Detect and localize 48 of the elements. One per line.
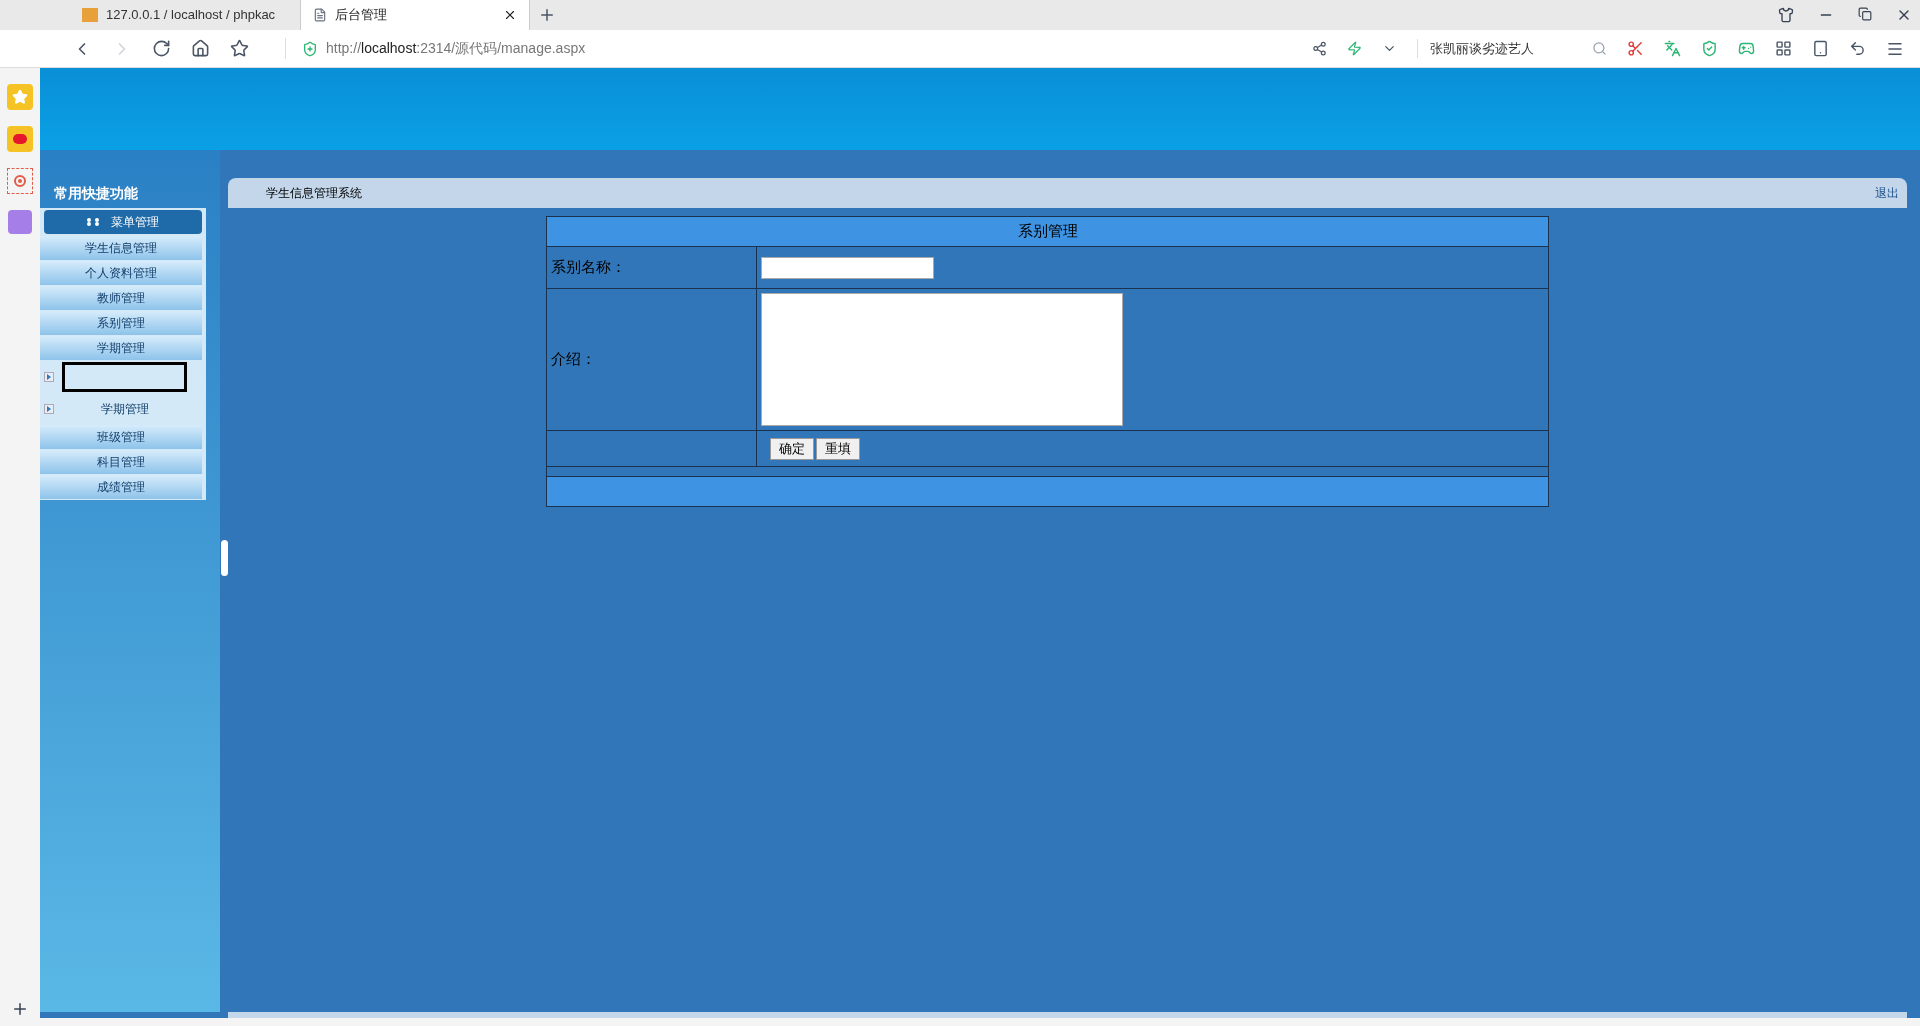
menu-item[interactable]: 系别管理 bbox=[40, 311, 202, 335]
apps-icon[interactable] bbox=[1775, 40, 1792, 57]
translate-icon[interactable] bbox=[1664, 40, 1681, 57]
submenu-item[interactable]: 学期管理 bbox=[62, 394, 187, 424]
menu-item[interactable]: 科目管理 bbox=[40, 450, 202, 474]
menu-item[interactable]: 个人资料管理 bbox=[40, 261, 202, 285]
arrow-icon bbox=[44, 404, 54, 414]
home-icon[interactable] bbox=[191, 39, 210, 58]
sidebar-title: 常用快捷功能 bbox=[54, 184, 138, 203]
menu-header[interactable]: 菜单管理 bbox=[44, 210, 202, 234]
grid-icon bbox=[87, 218, 99, 226]
logout-link[interactable]: 退出 bbox=[1875, 184, 1899, 202]
menu-item[interactable]: 成绩管理 bbox=[40, 475, 202, 499]
address-bar[interactable]: http://localhost:2314/源代码/manage.aspx bbox=[285, 38, 1292, 59]
menu-item[interactable]: 班级管理 bbox=[40, 425, 202, 449]
menu-item[interactable]: 学期管理 bbox=[40, 336, 202, 360]
scissors-icon[interactable] bbox=[1627, 40, 1644, 57]
tablet-icon[interactable] bbox=[1812, 40, 1829, 57]
system-title: 学生信息管理系统 bbox=[266, 185, 363, 202]
menu-item[interactable]: 学生信息管理 bbox=[40, 236, 202, 260]
shield-icon bbox=[302, 40, 318, 57]
bookmark-icon[interactable] bbox=[230, 39, 249, 58]
close-tab-icon[interactable] bbox=[503, 8, 517, 22]
shield-icon[interactable] bbox=[1701, 40, 1718, 57]
add-icon[interactable] bbox=[11, 1000, 29, 1018]
search-icon bbox=[1592, 41, 1607, 56]
share-icon[interactable] bbox=[1312, 41, 1327, 56]
page-icon bbox=[313, 8, 327, 22]
form-button[interactable]: 重填 bbox=[816, 437, 860, 460]
browser-tab[interactable]: 后台管理 bbox=[300, 0, 530, 30]
arrow-icon bbox=[44, 372, 54, 382]
field-label: 介绍： bbox=[546, 288, 757, 431]
undo-icon[interactable] bbox=[1849, 40, 1866, 57]
form-title: 系别管理 bbox=[546, 216, 1549, 247]
collapse-handle[interactable] bbox=[221, 540, 228, 576]
form-button[interactable]: 确定 bbox=[770, 437, 814, 460]
reload-icon[interactable] bbox=[152, 39, 171, 58]
new-tab-icon[interactable] bbox=[538, 6, 556, 24]
lightning-icon[interactable] bbox=[1347, 41, 1362, 56]
browser-tab[interactable]: 127.0.0.1 / localhost / phpkac bbox=[70, 0, 300, 30]
field-label: 系别名称： bbox=[546, 246, 757, 289]
restore-icon[interactable] bbox=[1858, 7, 1872, 21]
menu-item[interactable]: 教师管理 bbox=[40, 286, 202, 310]
skin-icon[interactable] bbox=[1778, 7, 1794, 23]
gamepad-icon[interactable] bbox=[1738, 40, 1755, 57]
search-field[interactable]: 张凯丽谈劣迹艺人 bbox=[1417, 38, 1607, 59]
name-input[interactable] bbox=[761, 256, 934, 279]
submenu-item[interactable] bbox=[62, 362, 187, 392]
